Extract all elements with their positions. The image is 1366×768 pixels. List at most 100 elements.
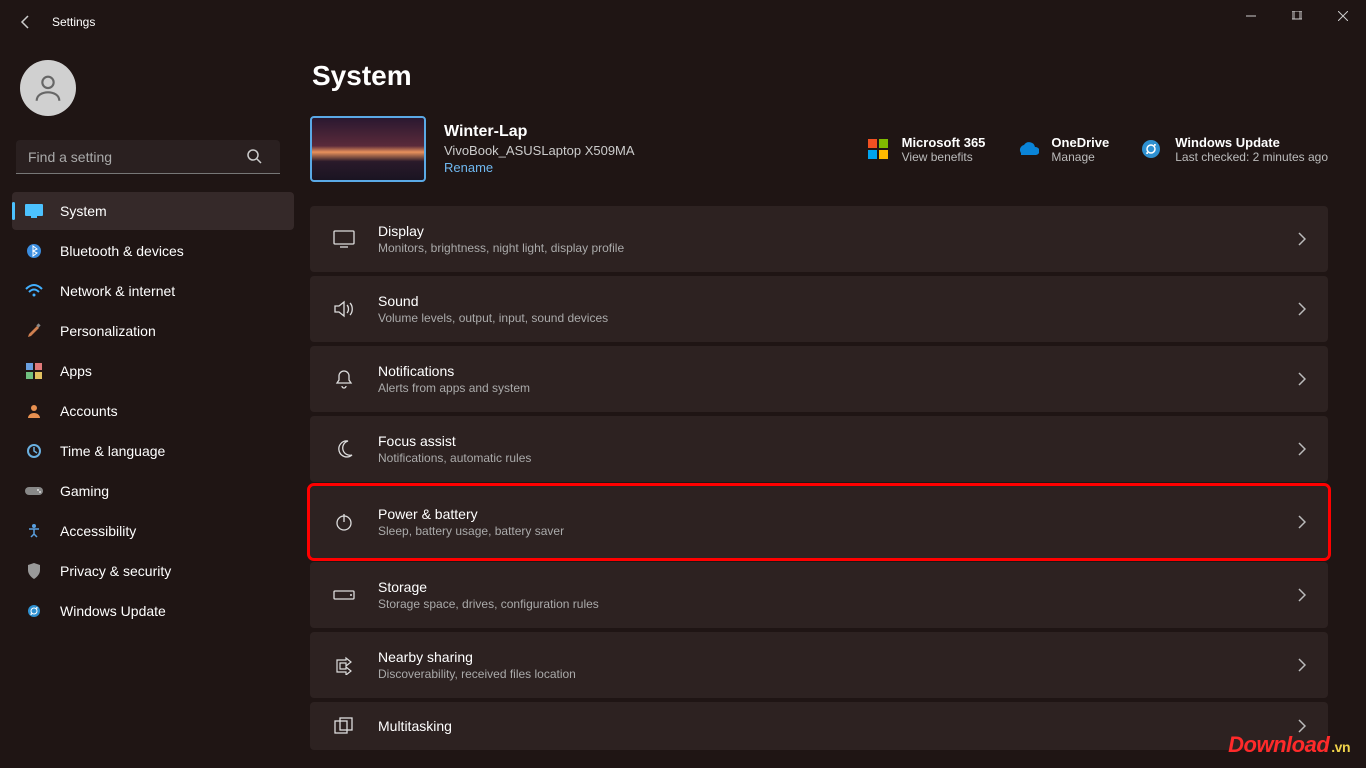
- nav-item-privacy[interactable]: Privacy & security: [12, 552, 294, 590]
- window-controls: [1228, 0, 1366, 32]
- nav-item-network[interactable]: Network & internet: [12, 272, 294, 310]
- card-sub: Monitors, brightness, night light, displ…: [378, 241, 1298, 255]
- card-title: Nearby sharing: [378, 649, 1298, 665]
- nav-item-bluetooth[interactable]: Bluetooth & devices: [12, 232, 294, 270]
- arrow-left-icon: [18, 14, 34, 30]
- apps-icon: [24, 361, 44, 381]
- nav-label: Accessibility: [60, 523, 136, 539]
- card-storage[interactable]: Storage Storage space, drives, configura…: [310, 562, 1328, 628]
- nav-label: Windows Update: [60, 603, 166, 619]
- device-name: Winter-Lap: [444, 123, 635, 141]
- gamepad-icon: [24, 481, 44, 501]
- nav-label: System: [60, 203, 107, 219]
- settings-card-list: Display Monitors, brightness, night ligh…: [310, 206, 1328, 750]
- card-multitasking[interactable]: Multitasking: [310, 702, 1328, 750]
- status-tiles: Microsoft 365 View benefits OneDrive Man…: [866, 135, 1328, 164]
- windows-update-icon: [1139, 137, 1163, 161]
- device-wallpaper-thumb[interactable]: [310, 116, 426, 182]
- nav-item-time-language[interactable]: Time & language: [12, 432, 294, 470]
- tile-onedrive[interactable]: OneDrive Manage: [1015, 135, 1109, 164]
- chevron-right-icon: [1298, 658, 1306, 672]
- search-wrap: [16, 140, 290, 174]
- nav-item-gaming[interactable]: Gaming: [12, 472, 294, 510]
- card-title: Sound: [378, 293, 1298, 309]
- update-icon: [24, 601, 44, 621]
- accounts-icon: [24, 401, 44, 421]
- power-icon: [332, 510, 356, 534]
- microsoft-365-icon: [866, 137, 890, 161]
- chevron-right-icon: [1298, 372, 1306, 386]
- card-nearby-sharing[interactable]: Nearby sharing Discoverability, received…: [310, 632, 1328, 698]
- card-sub: Discoverability, received files location: [378, 667, 1298, 681]
- device-model: VivoBook_ASUSLaptop X509MA: [444, 143, 635, 158]
- card-sub: Volume levels, output, input, sound devi…: [378, 311, 1298, 325]
- tile-m365[interactable]: Microsoft 365 View benefits: [866, 135, 986, 164]
- tile-title: Windows Update: [1175, 135, 1328, 150]
- chevron-right-icon: [1298, 302, 1306, 316]
- nav-item-accessibility[interactable]: Accessibility: [12, 512, 294, 550]
- onedrive-icon: [1015, 137, 1039, 161]
- person-icon: [31, 71, 65, 105]
- nav-item-apps[interactable]: Apps: [12, 352, 294, 390]
- chevron-right-icon: [1298, 232, 1306, 246]
- card-display[interactable]: Display Monitors, brightness, night ligh…: [310, 206, 1328, 272]
- tile-title: Microsoft 365: [902, 135, 986, 150]
- nav-item-personalization[interactable]: Personalization: [12, 312, 294, 350]
- tile-sub: Manage: [1051, 150, 1109, 164]
- watermark: Download.vn: [1228, 732, 1350, 758]
- paintbrush-icon: [24, 321, 44, 341]
- nav-label: Bluetooth & devices: [60, 243, 184, 259]
- nav-label: Privacy & security: [60, 563, 171, 579]
- storage-icon: [332, 583, 356, 607]
- card-title: Notifications: [378, 363, 1298, 379]
- nav-label: Accounts: [60, 403, 118, 419]
- close-button[interactable]: [1320, 0, 1366, 32]
- card-title: Multitasking: [378, 718, 1298, 734]
- display-icon: [332, 227, 356, 251]
- device-row: Winter-Lap VivoBook_ASUSLaptop X509MA Re…: [310, 116, 1328, 182]
- nav-item-system[interactable]: System: [12, 192, 294, 230]
- content-area: System Bluetooth & devices Network & int…: [0, 44, 1366, 768]
- maximize-button[interactable]: [1274, 0, 1320, 32]
- search-input[interactable]: [16, 140, 280, 174]
- search-icon: [246, 148, 262, 164]
- minimize-button[interactable]: [1228, 0, 1274, 32]
- multitasking-icon: [332, 714, 356, 738]
- clock-icon: [24, 441, 44, 461]
- card-notifications[interactable]: Notifications Alerts from apps and syste…: [310, 346, 1328, 412]
- sidebar: System Bluetooth & devices Network & int…: [0, 44, 300, 768]
- nav-label: Time & language: [60, 443, 165, 459]
- card-title: Focus assist: [378, 433, 1298, 449]
- nav-label: Gaming: [60, 483, 109, 499]
- watermark-suffix: .vn: [1331, 739, 1350, 755]
- nav-item-windows-update[interactable]: Windows Update: [12, 592, 294, 630]
- nav-list: System Bluetooth & devices Network & int…: [12, 192, 294, 630]
- card-title: Display: [378, 223, 1298, 239]
- tile-sub: Last checked: 2 minutes ago: [1175, 150, 1328, 164]
- chevron-right-icon: [1298, 442, 1306, 456]
- nav-label: Apps: [60, 363, 92, 379]
- card-sub: Notifications, automatic rules: [378, 451, 1298, 465]
- card-sound[interactable]: Sound Volume levels, output, input, soun…: [310, 276, 1328, 342]
- chevron-right-icon: [1298, 719, 1306, 733]
- accessibility-icon: [24, 521, 44, 541]
- minimize-icon: [1246, 11, 1256, 21]
- rename-link[interactable]: Rename: [444, 160, 635, 175]
- back-button[interactable]: [8, 4, 44, 40]
- sound-icon: [332, 297, 356, 321]
- moon-icon: [332, 437, 356, 461]
- bell-icon: [332, 367, 356, 391]
- tile-windows-update[interactable]: Windows Update Last checked: 2 minutes a…: [1139, 135, 1328, 164]
- card-sub: Sleep, battery usage, battery saver: [378, 524, 1298, 538]
- close-icon: [1338, 11, 1348, 21]
- avatar: [20, 60, 76, 116]
- page-title: System: [312, 60, 1328, 92]
- account-header[interactable]: [12, 52, 294, 124]
- bluetooth-icon: [24, 241, 44, 261]
- share-icon: [332, 653, 356, 677]
- card-power-battery[interactable]: Power & battery Sleep, battery usage, ba…: [310, 486, 1328, 558]
- nav-item-accounts[interactable]: Accounts: [12, 392, 294, 430]
- shield-icon: [24, 561, 44, 581]
- window-title: Settings: [52, 15, 95, 29]
- card-focus-assist[interactable]: Focus assist Notifications, automatic ru…: [310, 416, 1328, 482]
